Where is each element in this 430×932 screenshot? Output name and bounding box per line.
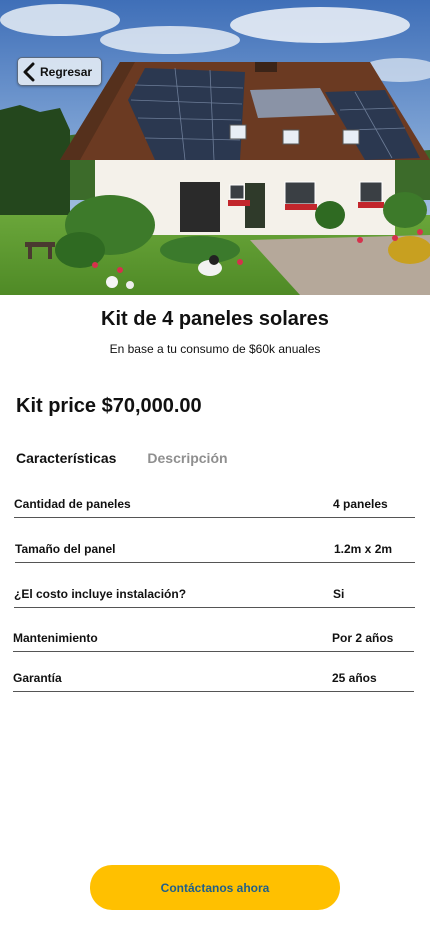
hero-image: Regresar xyxy=(0,0,430,295)
spec-row: Mantenimiento Por 2 años xyxy=(13,631,414,652)
spec-value: Por 2 años xyxy=(332,631,394,645)
contact-now-button[interactable]: Contáctanos ahora xyxy=(90,865,340,910)
spec-label: Garantía xyxy=(13,671,62,685)
back-button[interactable]: Regresar xyxy=(17,57,102,86)
product-subtitle: En base a tu consumo de $60k anuales xyxy=(109,342,321,356)
spec-value: 25 años xyxy=(332,671,377,685)
spec-value: Si xyxy=(333,587,345,601)
spec-label: Tamaño del panel xyxy=(15,542,116,556)
product-price: Kit price $70,000.00 xyxy=(16,395,202,417)
house-solar-panels-photo xyxy=(0,0,430,295)
spec-row: Cantidad de paneles 4 paneles xyxy=(14,497,415,518)
spec-label: ¿El costo incluye instalación? xyxy=(14,587,187,601)
chevron-left-icon xyxy=(21,62,37,82)
spec-row: ¿El costo incluye instalación? Si xyxy=(14,587,415,608)
back-button-label: Regresar xyxy=(40,64,93,79)
tab-descripcion[interactable]: Descripción xyxy=(147,450,227,466)
tab-bar: Características Descripción xyxy=(16,450,228,466)
spec-row: Garantía 25 años xyxy=(13,671,414,692)
spec-row: Tamaño del panel 1.2m x 2m xyxy=(15,542,415,563)
spec-value: 1.2m x 2m xyxy=(334,542,393,556)
spec-label: Cantidad de paneles xyxy=(14,497,131,511)
product-title: Kit de 4 paneles solares xyxy=(101,308,329,330)
spec-value: 4 paneles xyxy=(333,497,388,511)
tab-caracteristicas[interactable]: Características xyxy=(16,450,116,466)
spec-label: Mantenimiento xyxy=(13,631,98,645)
